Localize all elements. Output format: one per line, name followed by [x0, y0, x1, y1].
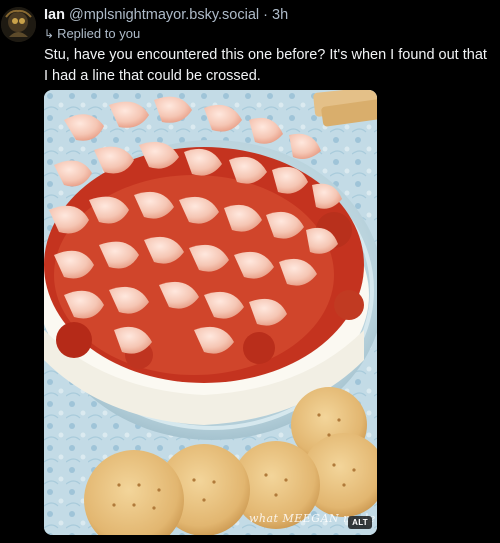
avatar[interactable] — [1, 7, 36, 42]
post-header: Ian @mplsnightmayor.bsky.social · 3h — [44, 5, 288, 25]
author-handle[interactable]: @mplsnightmayor.bsky.social — [69, 7, 259, 23]
alt-text-badge[interactable]: ALT — [348, 516, 372, 529]
post-item[interactable]: Ian @mplsnightmayor.bsky.social · 3h ↳ Re… — [0, 0, 500, 543]
header-separator: · — [259, 7, 273, 23]
reply-arrow-icon: ↳ — [44, 27, 55, 41]
shrimp-dip-photo — [44, 90, 377, 535]
reply-context[interactable]: ↳ Replied to you — [44, 25, 140, 43]
post-timestamp[interactable]: 3h — [272, 7, 288, 23]
post-text: Stu, have you encountered this one befor… — [44, 47, 487, 84]
reply-context-label: Replied to you — [57, 26, 141, 41]
post-image[interactable]: what MEEGAN made ALT — [44, 90, 377, 535]
author-display-name[interactable]: Ian — [44, 7, 65, 23]
avatar-image — [1, 7, 36, 42]
